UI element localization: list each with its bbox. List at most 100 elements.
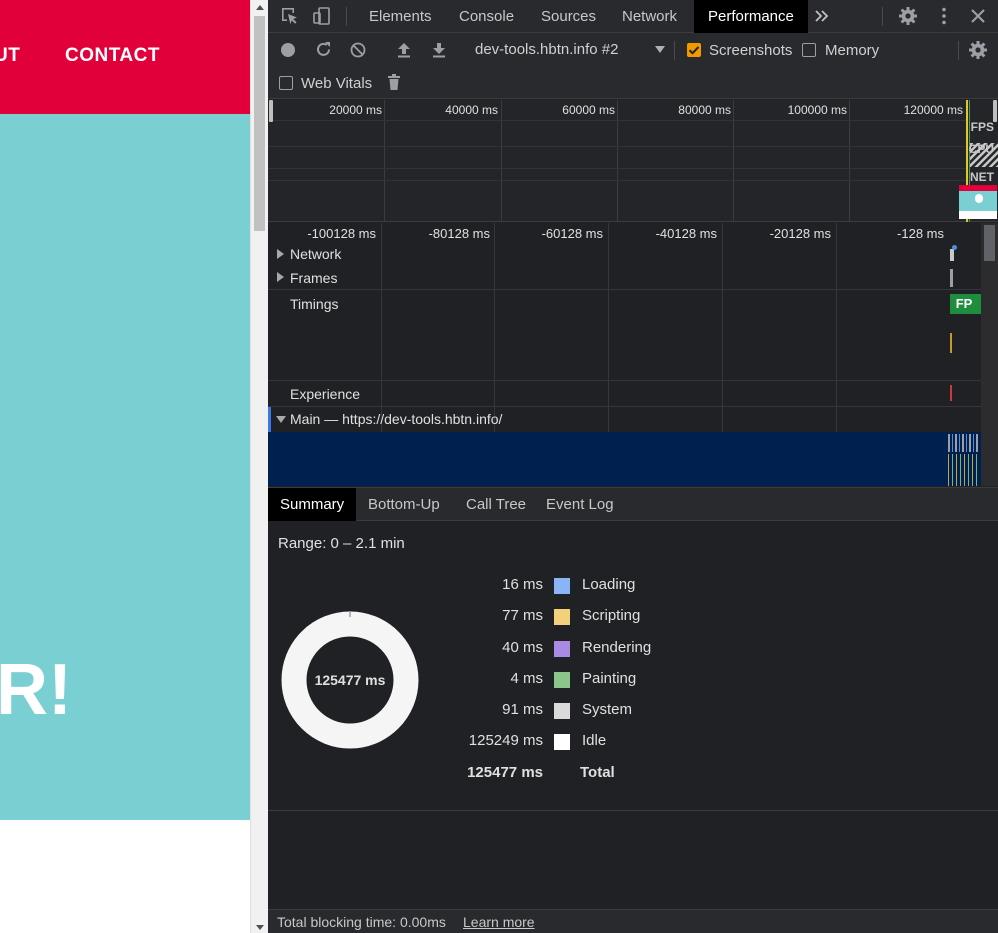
frame-bar[interactable] [950,269,953,287]
flame-scrollbar[interactable] [981,223,998,486]
summary-panel: Range: 0 – 2.1 min 125477 ms 16 ms Loadi… [268,521,998,811]
summary-row-idle: 125249 ms Idle [268,732,688,754]
track-label-main: Main — https://dev-tools.hbtn.info/ [290,411,503,427]
thumbnail-footer [959,211,997,219]
summary-category: System [582,701,633,718]
summary-value: 77 ms [502,607,543,624]
main-task-slices[interactable] [948,454,978,486]
first-paint-badge[interactable]: FP [950,294,978,314]
memory-checkbox[interactable] [802,43,816,57]
web-vitals-checkbox[interactable] [279,76,293,90]
overview-row-divider [268,180,968,181]
scroll-up-arrow-icon[interactable] [256,5,264,10]
overview-tick-label: 40000 ms [445,103,498,117]
rendering-color-swatch [554,641,570,657]
summary-total-value: 125477 ms [467,764,543,781]
upload-profile-icon[interactable] [396,42,412,58]
main-thread-activity[interactable] [268,432,981,486]
summary-value: 40 ms [502,639,543,656]
track-experience[interactable]: Experience [268,381,981,407]
tab-bottom-up[interactable]: Bottom-Up [356,488,452,521]
expand-triangle-icon[interactable] [277,272,284,282]
tab-call-tree[interactable]: Call Tree [454,488,538,521]
toolbar-separator [674,41,675,60]
flame-tick-label: -128 ms [897,226,944,241]
net-label: NET [970,170,994,184]
learn-more-link[interactable]: Learn more [463,914,535,930]
record-icon[interactable] [280,42,296,58]
track-main[interactable]: Main — https://dev-tools.hbtn.info/ [268,407,981,486]
summary-category: Scripting [582,607,641,624]
flame-chart[interactable]: -100128 ms -80128 ms -60128 ms -40128 ms… [268,223,998,486]
experience-marker [950,385,952,401]
inspect-element-icon[interactable] [280,6,300,26]
hero-heading: R! [0,650,72,730]
screenshots-label[interactable]: Screenshots [709,42,792,59]
recording-select[interactable]: dev-tools.hbtn.info #2 [475,41,618,58]
page-scrollbar[interactable] [250,0,268,933]
tab-performance[interactable]: Performance [694,0,808,33]
flame-tick-label: -100128 ms [307,226,376,241]
flame-scrollbar-thumb[interactable] [984,225,995,261]
track-timings[interactable]: Timings [268,291,981,381]
tab-sources[interactable]: Sources [527,0,610,33]
overview-tick-label: 20000 ms [329,103,382,117]
tab-event-log[interactable]: Event Log [534,488,626,521]
network-request-bar[interactable] [950,249,954,261]
page-scrollbar-thumb[interactable] [254,16,265,231]
overview-gridline [617,100,618,222]
total-blocking-time: Total blocking time: 0.00ms [277,914,446,930]
scroll-down-arrow-icon[interactable] [256,925,264,930]
clear-icon[interactable] [350,42,366,58]
overview-tick-label: 100000 ms [787,103,847,117]
kebab-menu-icon[interactable] [934,6,954,26]
webpage-viewport: UT CONTACT R! [0,0,250,933]
download-profile-icon[interactable] [431,42,447,58]
track-network[interactable]: Network [268,245,981,269]
overview-row-divider [268,120,968,121]
overview-window-right-handle[interactable] [993,100,997,122]
tab-elements[interactable]: Elements [355,0,446,33]
overview-gridline [384,100,385,222]
tab-console[interactable]: Console [445,0,528,33]
summary-category: Painting [582,670,637,687]
track-frames[interactable]: Frames [268,269,981,290]
summary-row-scripting: 77 ms Scripting [268,607,688,629]
collapse-triangle-icon[interactable] [276,416,286,423]
screenshots-checkbox[interactable] [687,43,701,57]
capture-settings-gear-icon[interactable] [968,40,988,60]
tab-network[interactable]: Network [608,0,691,33]
expand-triangle-icon[interactable] [277,249,284,259]
overview-tick-label: 120000 ms [903,103,963,117]
thumbnail-figure [975,194,983,203]
memory-label[interactable]: Memory [825,42,879,59]
overview-gridline [501,100,502,222]
flame-tick-label: -60128 ms [541,226,603,241]
chevron-down-icon[interactable] [655,46,665,53]
more-tabs-chevron-icon[interactable] [814,6,830,26]
scripting-color-swatch [554,609,570,625]
screenshot-thumbnail[interactable] [959,185,997,219]
main-task-slices[interactable] [948,434,978,452]
loading-color-swatch [554,578,570,594]
settings-gear-icon[interactable] [898,6,918,26]
close-devtools-icon[interactable] [968,6,988,26]
nav-link-contact[interactable]: CONTACT [65,45,160,67]
system-color-swatch [554,703,570,719]
timeline-overview[interactable]: 20000 ms 40000 ms 60000 ms 80000 ms 1000… [268,100,998,222]
web-vitals-label[interactable]: Web Vitals [301,75,372,92]
devtools-panel: Elements Console Sources Network Perform… [268,0,998,933]
device-toolbar-icon[interactable] [312,6,332,26]
overview-row-divider [268,146,968,147]
network-request-dot[interactable] [952,245,957,250]
performance-toolbar-row2: Web Vitals [268,66,998,99]
reload-record-icon[interactable] [315,41,332,58]
summary-value: 125249 ms [468,732,543,749]
overview-window-left-handle[interactable] [269,100,273,122]
performance-toolbar: dev-tools.hbtn.info #2 Screenshots Memor… [268,33,998,66]
toolbar-separator [958,41,959,60]
nav-link-about[interactable]: UT [0,45,20,67]
range-label: Range: 0 – 2.1 min [278,535,405,552]
tab-summary[interactable]: Summary [268,488,357,521]
garbage-collect-trash-icon[interactable] [387,74,401,91]
